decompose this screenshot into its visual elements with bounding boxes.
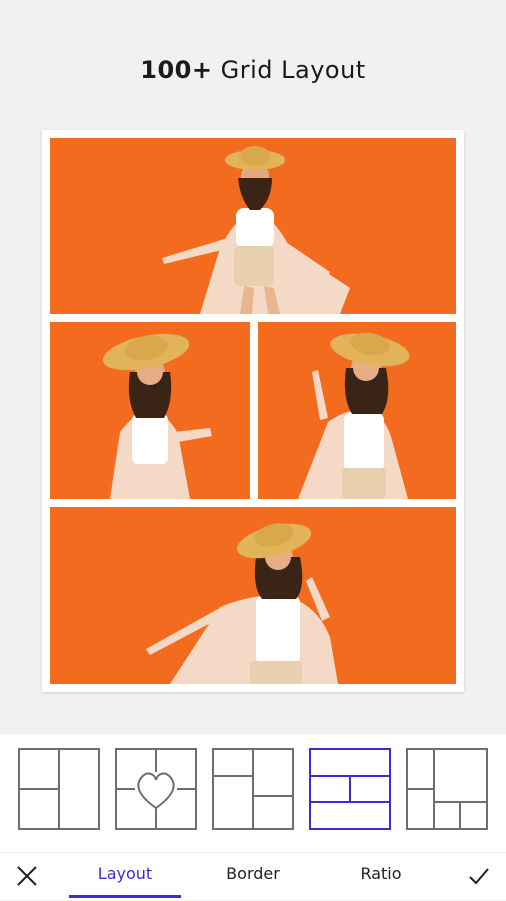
photo-cell-bottom[interactable] <box>50 507 456 684</box>
tab-bar: Layout Border Ratio <box>0 852 506 901</box>
layout-options <box>0 748 506 836</box>
bottom-panel: Layout Border Ratio <box>0 734 506 900</box>
tab-border[interactable]: Border <box>200 853 306 899</box>
collage-canvas <box>42 130 464 692</box>
confirm-button[interactable] <box>464 861 494 891</box>
title-rest: Grid Layout <box>212 56 366 84</box>
photo-cell-top[interactable] <box>50 138 456 314</box>
tab-ratio[interactable]: Ratio <box>330 853 432 899</box>
photo-cell-middle-left[interactable] <box>50 322 250 499</box>
check-icon <box>469 868 489 885</box>
woman-photo-image <box>50 138 456 314</box>
layout-option-5[interactable] <box>406 748 488 830</box>
layout-option-2[interactable] <box>115 748 197 830</box>
woman-photo-image <box>50 322 250 499</box>
layout-grid-icon <box>20 750 60 828</box>
active-tab-indicator <box>69 895 181 898</box>
heart-layout-icon <box>117 750 195 828</box>
woman-photo-image <box>50 507 456 684</box>
photo-cell-middle-right[interactable] <box>258 322 456 499</box>
layout-option-4[interactable] <box>309 748 391 830</box>
layout-option-1[interactable] <box>18 748 100 830</box>
layout-grid-icon <box>408 750 486 828</box>
woman-photo-image <box>258 322 456 499</box>
layout-grid-icon <box>214 750 292 828</box>
tab-layout[interactable]: Layout <box>69 853 181 899</box>
title-bold: 100+ <box>140 56 213 84</box>
close-icon <box>17 866 37 886</box>
close-button[interactable] <box>12 861 42 891</box>
page-title: 100+ Grid Layout <box>0 56 506 84</box>
layout-option-3[interactable] <box>212 748 294 830</box>
layout-grid-icon <box>311 775 389 803</box>
